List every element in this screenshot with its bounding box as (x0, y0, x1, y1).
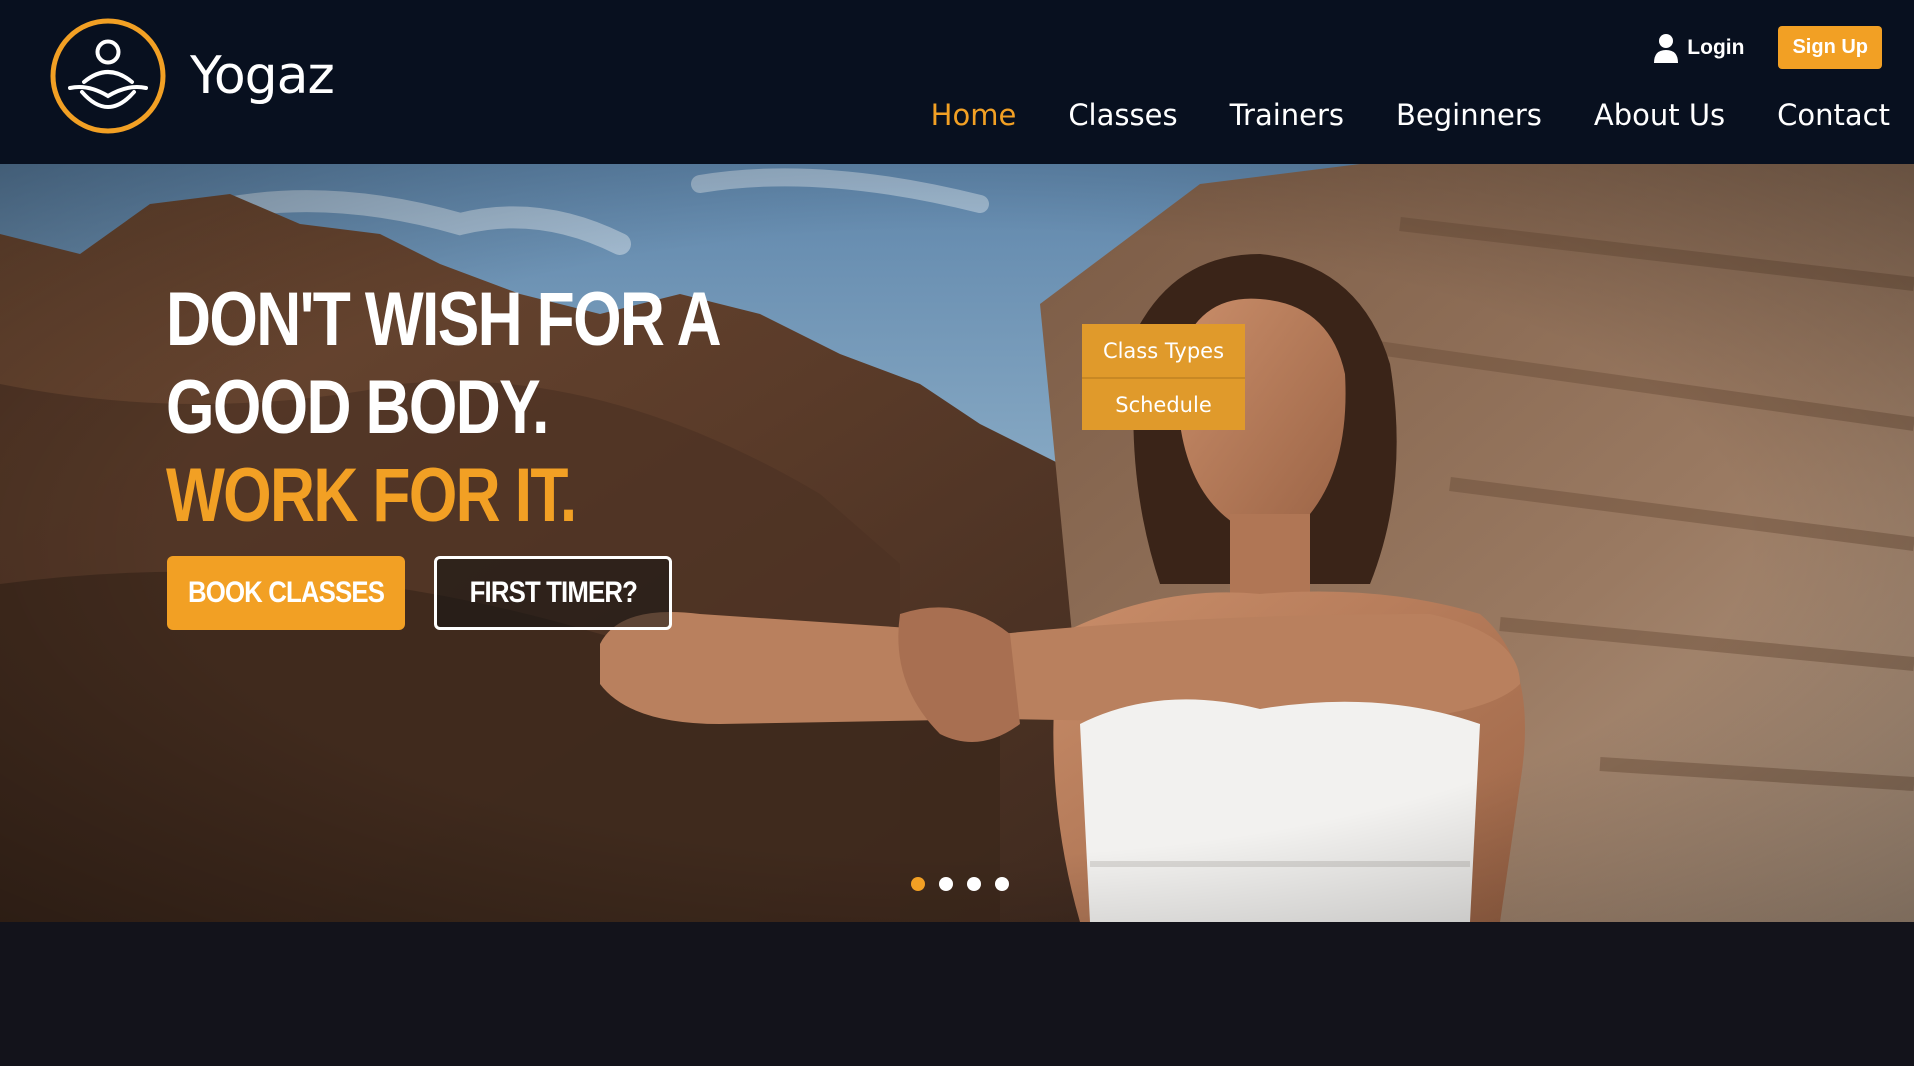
dropdown-item-class-types[interactable]: Class Types (1082, 324, 1245, 377)
slider-dots (911, 877, 1009, 891)
header-actions: Login Sign Up (1653, 26, 1882, 69)
first-timer-label: FIRST TIMER? (469, 576, 637, 609)
nav-item-contact[interactable]: Contact (1777, 98, 1890, 132)
nav-item-classes[interactable]: Classes (1068, 98, 1177, 132)
nav-item-about-us[interactable]: About Us (1594, 98, 1725, 132)
book-classes-button[interactable]: BOOK CLASSES (167, 556, 405, 630)
headline-line-2: GOOD BODY. (166, 365, 549, 450)
page-background-band (0, 922, 1914, 1066)
headline-line-1: DON'T WISH FOR A (166, 277, 722, 362)
first-timer-button[interactable]: FIRST TIMER? (434, 556, 672, 630)
user-icon (1654, 33, 1679, 63)
nav-item-beginners[interactable]: Beginners (1396, 98, 1542, 132)
nav-item-home[interactable]: Home (931, 98, 1017, 132)
site-header: Yogaz Login Sign Up Home Classes Trainer… (0, 0, 1914, 164)
brand-logo[interactable]: Yogaz (48, 16, 335, 136)
slider-dot-1[interactable] (911, 877, 925, 891)
main-nav: Home Classes Trainers Beginners About Us… (879, 88, 1890, 142)
headline-line-3: WORK FOR IT. (166, 453, 577, 538)
hero-slider: Class Types Schedule DON'T WISH FOR A GO… (0, 164, 1914, 922)
login-link[interactable]: Login (1653, 33, 1744, 63)
slider-dot-2[interactable] (939, 877, 953, 891)
sign-up-button[interactable]: Sign Up (1778, 26, 1882, 69)
slider-dot-3[interactable] (967, 877, 981, 891)
brand-name: Yogaz (190, 46, 335, 106)
nav-item-trainers[interactable]: Trainers (1230, 98, 1344, 132)
classes-dropdown-menu: Class Types Schedule (1082, 324, 1245, 430)
slider-dot-4[interactable] (995, 877, 1009, 891)
dropdown-item-schedule[interactable]: Schedule (1082, 377, 1245, 430)
meditation-logo-icon (50, 18, 166, 134)
hero-headline: DON'T WISH FOR A GOOD BODY. WORK FOR IT. (166, 276, 722, 540)
login-label: Login (1687, 35, 1745, 59)
book-classes-label: BOOK CLASSES (187, 576, 385, 609)
